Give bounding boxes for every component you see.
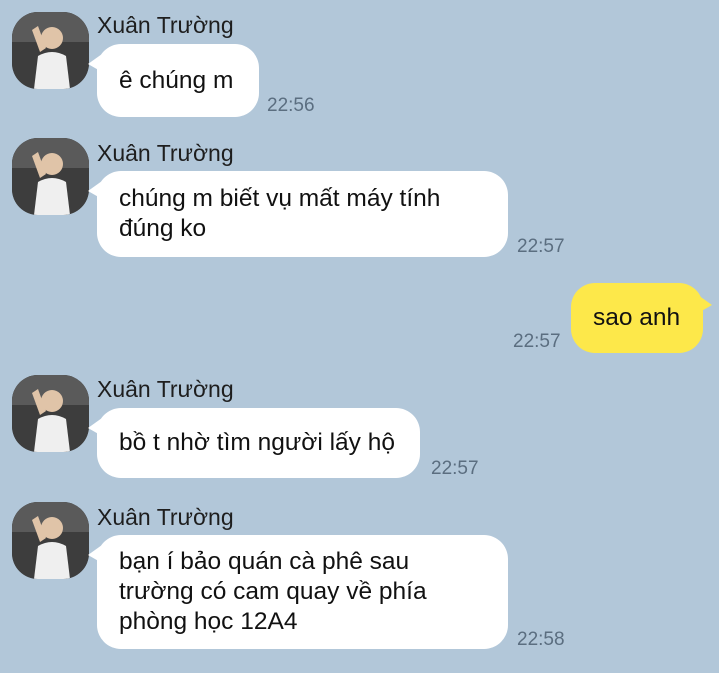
message-bubble[interactable]: bạn í bảo quán cà phê sau trường có cam … <box>88 535 508 649</box>
sender-name: Xuân Trường <box>97 140 234 166</box>
avatar[interactable] <box>12 375 89 452</box>
message-bubble-outgoing[interactable]: sao anh <box>571 283 712 353</box>
sender-name: Xuân Trường <box>97 376 234 402</box>
message-text: chúng m biết vụ mất máy tính <box>119 185 441 212</box>
message-text: bồ t nhờ tìm người lấy hộ <box>119 429 395 456</box>
message-text: sao anh <box>593 304 681 331</box>
avatar[interactable] <box>12 12 89 89</box>
sender-name: Xuân Trường <box>97 504 234 530</box>
avatar[interactable] <box>12 502 89 579</box>
message-text: bạn í bảo quán cà phê sau <box>119 548 410 575</box>
message-time: 22:57 <box>517 236 565 257</box>
message-text: trường có cam quay về phía <box>119 578 427 605</box>
message-time: 22:57 <box>431 458 479 479</box>
message-bubble[interactable]: ê chúng m <box>88 44 259 117</box>
message-text: đúng ko <box>119 215 207 242</box>
sender-name: Xuân Trường <box>97 12 234 38</box>
message-time: 22:58 <box>517 629 565 650</box>
avatar[interactable] <box>12 138 89 215</box>
message-bubble[interactable]: chúng m biết vụ mất máy tính đúng ko <box>88 171 508 257</box>
message-bubble[interactable]: bồ t nhờ tìm người lấy hộ <box>88 408 420 478</box>
message-time: 22:56 <box>267 95 315 116</box>
message-time: 22:57 <box>513 331 561 352</box>
message-text: phòng học 12A4 <box>119 608 298 635</box>
message-text: ê chúng m <box>119 66 234 94</box>
